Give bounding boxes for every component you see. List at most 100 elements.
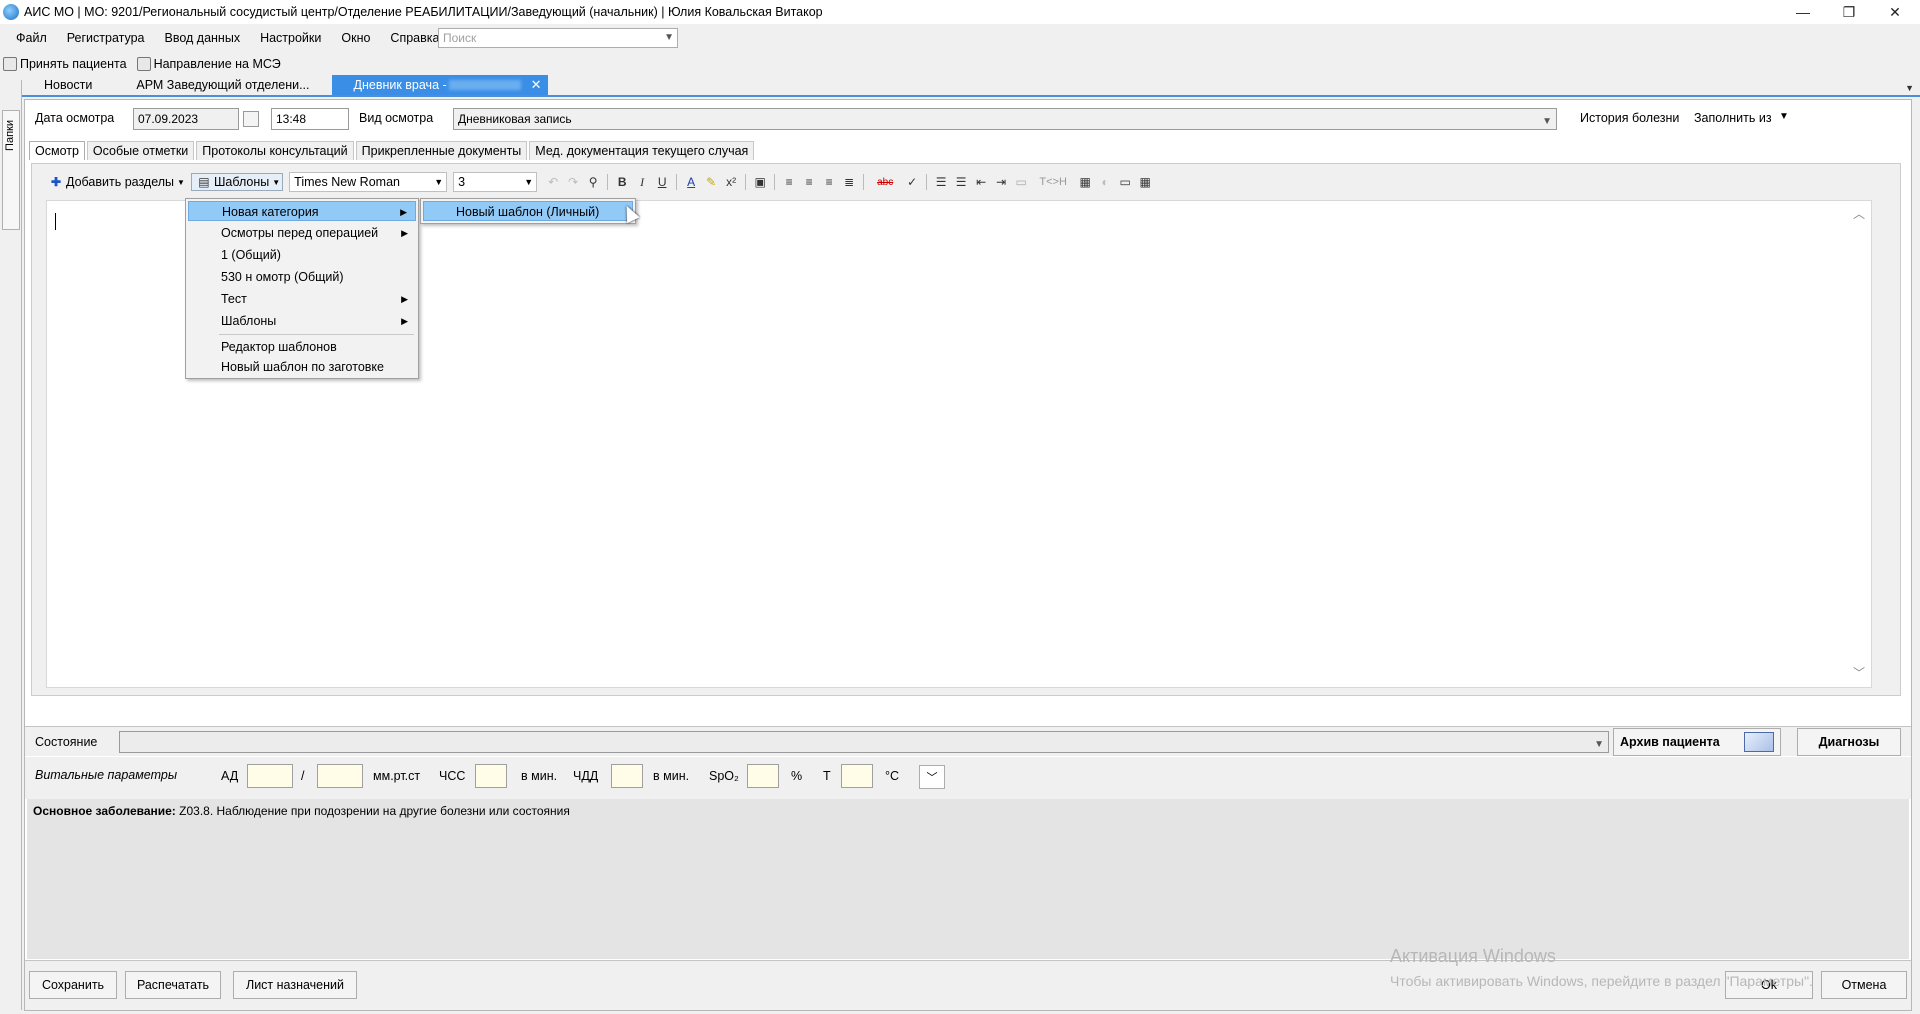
history-link[interactable]: История болезни	[1580, 111, 1679, 125]
font-family-select[interactable]: Times New Roman ▼	[289, 172, 448, 192]
menu-item-label: Редактор шаблонов	[221, 340, 337, 354]
add-sections-button[interactable]: ✚ Добавить разделы ▼	[46, 174, 185, 190]
menu-item-new-from-blank[interactable]: Новый шаблон по заготовке	[188, 357, 416, 377]
prescriptions-button[interactable]: Лист назначений	[233, 971, 357, 999]
redo-icon[interactable]: ↷	[565, 174, 581, 190]
patient-archive-button[interactable]: Архив пациента	[1613, 728, 1781, 756]
menu-item-test[interactable]: Тест ▶	[188, 289, 416, 309]
tab-doctor-diary[interactable]: Дневник врача - ✕	[331, 75, 548, 95]
bullet-list-icon[interactable]: ☰	[953, 174, 969, 190]
minimize-button[interactable]: —	[1780, 0, 1826, 24]
tab-attached-docs[interactable]: Прикрепленные документы	[355, 141, 528, 160]
expand-vitals-icon[interactable]: ﹀	[919, 765, 945, 789]
image-icon[interactable]: ◐	[1097, 174, 1113, 190]
chevron-down-icon: ▼	[272, 177, 281, 187]
tab-special-notes[interactable]: Особые отметки	[86, 141, 195, 160]
close-tab-icon[interactable]: ✕	[531, 75, 542, 95]
align-justify-icon[interactable]: ≣	[841, 174, 857, 190]
document-icon	[3, 57, 17, 71]
rr-input[interactable]	[611, 764, 643, 788]
bold-icon[interactable]: B	[614, 174, 630, 190]
templates-button[interactable]: ▤ Шаблоны ▼	[190, 173, 284, 191]
align-center-icon[interactable]: ≡	[801, 174, 817, 190]
menu-item-530n[interactable]: 530 н омотр (Общий)	[188, 267, 416, 287]
menu-item-pre-op[interactable]: Осмотры перед операцией ▶	[188, 223, 416, 243]
fill-from-dropdown[interactable]: Заполнить из	[1694, 111, 1772, 125]
underline-icon[interactable]: U	[654, 174, 670, 190]
exam-type-select[interactable]: Дневниковая запись ▼	[453, 108, 1557, 130]
align-right-icon[interactable]: ≡	[821, 174, 837, 190]
menu-item-general-1[interactable]: 1 (Общий)	[188, 245, 416, 265]
calendar-icon[interactable]	[243, 111, 259, 127]
save-button[interactable]: Сохранить	[29, 971, 117, 999]
print-button[interactable]: Распечатать	[125, 971, 221, 999]
tab-arm[interactable]: АРМ Заведующий отделени...	[114, 75, 331, 95]
tab-consult-protocols[interactable]: Протоколы консультаций	[196, 141, 354, 160]
chevron-down-icon[interactable]: ▼	[1779, 111, 1789, 122]
search-input[interactable]: Поиск ▼	[438, 28, 678, 48]
strikethrough-icon[interactable]: abc	[870, 174, 900, 190]
find-icon[interactable]: ⚲	[585, 174, 601, 190]
highlight-icon[interactable]: ✎	[703, 174, 719, 190]
temp-input[interactable]	[841, 764, 873, 788]
scroll-down-icon[interactable]: ﹀	[1853, 664, 1865, 681]
restore-button[interactable]: ❐	[1826, 0, 1872, 24]
tab-news[interactable]: Новости	[22, 75, 114, 95]
indent-icon[interactable]: ⇥	[993, 174, 1009, 190]
state-select[interactable]: ▼	[119, 731, 1609, 753]
menu-item-template-editor[interactable]: Редактор шаблонов	[188, 337, 416, 357]
close-window-button[interactable]: ✕	[1872, 0, 1918, 24]
menu-registry[interactable]: Регистратура	[57, 31, 155, 45]
insert-block-icon[interactable]: ▭	[1013, 174, 1029, 190]
tabs-dropdown-icon[interactable]: ▼	[1905, 83, 1914, 93]
chevron-down-icon[interactable]: ▼	[1542, 112, 1552, 132]
align-left-icon[interactable]: ≡	[781, 174, 797, 190]
undo-icon[interactable]: ↶	[545, 174, 561, 190]
font-family-value: Times New Roman	[294, 175, 400, 189]
font-size-value: 3	[458, 175, 466, 189]
input-field-icon[interactable]: ▭	[1117, 174, 1133, 190]
italic-icon[interactable]: I	[634, 174, 650, 190]
referral-icon	[136, 57, 151, 71]
exam-type-value: Дневниковая запись	[458, 112, 572, 126]
rr-unit: в мин.	[653, 769, 690, 783]
outdent-icon[interactable]: ⇤	[973, 174, 989, 190]
hr-input[interactable]	[475, 764, 507, 788]
state-row: Состояние ▼ Архив пациента Диагнозы	[25, 726, 1911, 756]
menu-item-templates[interactable]: Шаблоны ▶	[188, 311, 416, 331]
insert-field-icon[interactable]: ▣	[752, 174, 768, 190]
tab-exam[interactable]: Осмотр	[29, 141, 85, 160]
tag-toggle-icon[interactable]: T<>H	[1033, 174, 1073, 190]
spellcheck-icon[interactable]: ✓	[904, 174, 920, 190]
scroll-up-icon[interactable]: ︿	[1853, 205, 1865, 222]
spo2-input[interactable]	[747, 764, 779, 788]
bp-systolic-input[interactable]	[247, 764, 293, 788]
mse-referral-label: Направление на МСЭ	[153, 57, 281, 71]
search-placeholder: Поиск	[443, 31, 477, 45]
menu-window[interactable]: Окно	[331, 31, 380, 45]
exam-time-field[interactable]: 13:48	[271, 108, 349, 130]
main-diagnosis: Основное заболевание: Z03.8. Наблюдение …	[33, 804, 570, 818]
table-icon[interactable]: ▦	[1137, 174, 1153, 190]
rr-label: ЧДД	[573, 769, 599, 783]
exam-date-field[interactable]: 07.09.2023	[133, 108, 239, 130]
vitals-row: Витальные параметры АД / мм.рт.ст ЧСС в …	[25, 757, 1911, 799]
cancel-button[interactable]: Отмена	[1821, 971, 1907, 999]
font-size-select[interactable]: 3 ▼	[453, 172, 538, 192]
chevron-down-icon[interactable]: ▼	[664, 29, 674, 47]
numbered-list-icon[interactable]: ☰	[933, 174, 949, 190]
diagnosis-area: Основное заболевание: Z03.8. Наблюдение …	[27, 799, 1909, 959]
font-color-icon[interactable]: A	[683, 174, 699, 190]
menu-item-new-personal-template[interactable]: Новый шаблон (Личный)	[423, 201, 633, 221]
menu-item-new-category[interactable]: Новая категория ▶	[188, 201, 416, 221]
tab-med-docs[interactable]: Мед. документация текущего случая	[529, 141, 755, 160]
mse-referral-button[interactable]: Направление на МСЭ	[136, 57, 281, 71]
menu-file[interactable]: Файл	[0, 31, 57, 45]
superscript-icon[interactable]: x²	[723, 174, 739, 190]
menu-data-entry[interactable]: Ввод данных	[155, 31, 251, 45]
clipboard-icon[interactable]: ▦	[1077, 174, 1093, 190]
bp-diastolic-input[interactable]	[317, 764, 363, 788]
menu-settings[interactable]: Настройки	[250, 31, 331, 45]
accept-patient-button[interactable]: Принять пациента	[3, 57, 127, 71]
diagnoses-button[interactable]: Диагнозы	[1797, 728, 1901, 756]
